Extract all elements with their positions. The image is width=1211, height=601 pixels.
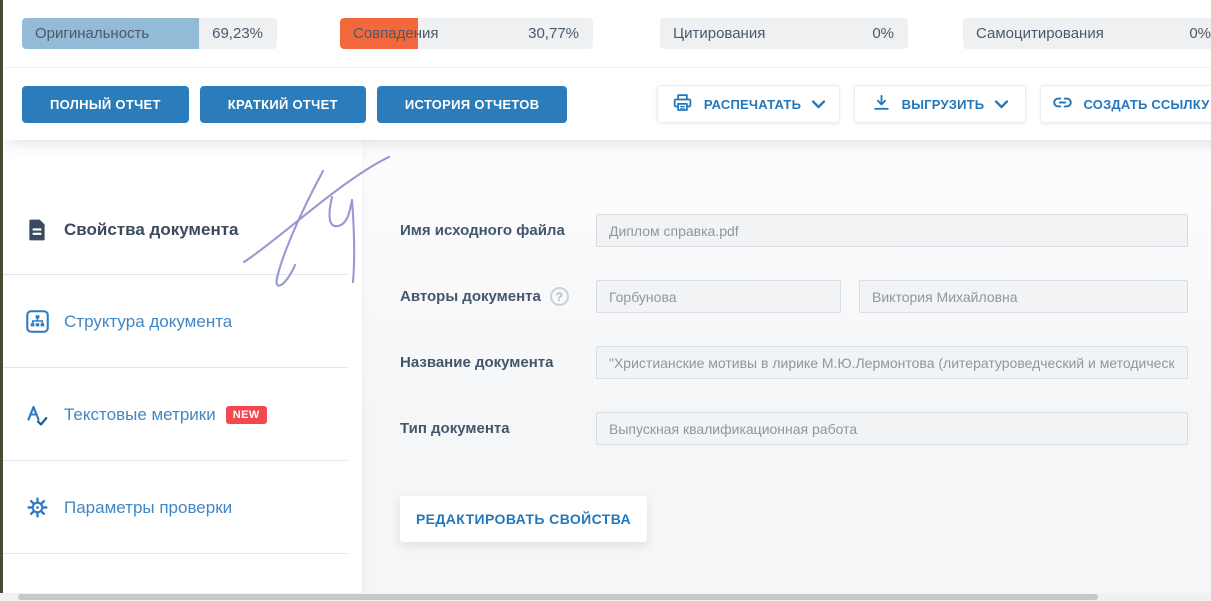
sidebar-item-document-structure[interactable]: Структура документа: [0, 275, 362, 368]
report-history-button[interactable]: ИСТОРИЯ ОТЧЕТОВ: [377, 86, 568, 123]
text-metrics-icon: [24, 403, 50, 427]
printer-icon: [672, 92, 693, 116]
structure-icon: [24, 310, 50, 333]
toolbar-right-group: РАСПЕЧАТАТЬ ВЫГРУЗИТЬ: [657, 85, 1211, 123]
export-dropdown-label: ВЫГРУЗИТЬ: [902, 97, 985, 112]
horizontal-scrollbar-thumb[interactable]: [18, 594, 1098, 600]
field-label: Имя исходного файла: [400, 222, 596, 239]
metrics-bar: Оригинальность 69,23% Совпадения 30,77% …: [0, 0, 1211, 67]
sidebar-item-check-parameters[interactable]: Параметры проверки: [0, 461, 362, 554]
form-row-title: Название документа: [400, 346, 1211, 379]
form-row-authors: Авторы документа ?: [400, 280, 1211, 313]
document-type-input[interactable]: [596, 412, 1188, 445]
metric-label: Цитирования: [660, 25, 765, 42]
report-toolbar: ПОЛНЫЙ ОТЧЕТ КРАТКИЙ ОТЧЕТ ИСТОРИЯ ОТЧЕТ…: [0, 67, 1211, 140]
download-icon: [872, 93, 891, 115]
metric-matches: Совпадения 30,77%: [340, 18, 593, 49]
field-label: Название документа: [400, 354, 596, 371]
window-left-edge: [0, 0, 3, 593]
help-icon[interactable]: ?: [550, 287, 569, 306]
metric-value: 30,77%: [528, 25, 593, 42]
metric-originality: Оригинальность 69,23%: [22, 18, 277, 49]
create-link-dropdown-button[interactable]: СОЗДАТЬ ССЫЛКУ: [1040, 85, 1211, 123]
field-label: Тип документа: [400, 420, 596, 437]
sidebar-item-label: Свойства документа: [64, 220, 239, 240]
print-dropdown-label: РАСПЕЧАТАТЬ: [704, 97, 801, 112]
metric-self-citations: Самоцитирования 0%: [963, 18, 1211, 49]
sidebar-item-document-properties[interactable]: Свойства документа: [0, 140, 362, 275]
full-report-button[interactable]: ПОЛНЫЙ ОТЧЕТ: [22, 86, 189, 123]
brief-report-button[interactable]: КРАТКИЙ ОТЧЕТ: [200, 86, 366, 123]
metric-value: 0%: [1189, 25, 1211, 42]
author-lastname-input[interactable]: [596, 280, 841, 313]
toolbar-left-group: ПОЛНЫЙ ОТЧЕТ КРАТКИЙ ОТЧЕТ ИСТОРИЯ ОТЧЕТ…: [22, 86, 567, 123]
document-icon: [24, 218, 50, 242]
gear-icon: [24, 496, 50, 519]
document-properties-panel: Имя исходного файла Авторы документа ? Н…: [362, 140, 1211, 593]
metric-label: Оригинальность: [22, 25, 149, 42]
form-row-filename: Имя исходного файла: [400, 214, 1211, 247]
metric-label: Самоцитирования: [963, 25, 1104, 42]
metric-value: 69,23%: [212, 25, 277, 42]
export-dropdown-button[interactable]: ВЫГРУЗИТЬ: [854, 85, 1026, 123]
report-page: Оригинальность 69,23% Совпадения 30,77% …: [0, 0, 1211, 601]
horizontal-scrollbar[interactable]: [0, 593, 1211, 601]
sidebar-item-label: Параметры проверки: [64, 498, 232, 518]
metric-label: Совпадения: [340, 25, 439, 42]
link-icon: [1052, 92, 1073, 116]
sidebar-item-text-metrics[interactable]: Текстовые метрики NEW: [0, 368, 362, 461]
create-link-dropdown-label: СОЗДАТЬ ССЫЛКУ: [1084, 97, 1210, 112]
metric-value: 0%: [872, 25, 908, 42]
sidebar: Свойства документа Структура документа: [0, 140, 362, 593]
author-firstname-input[interactable]: [859, 280, 1188, 313]
field-label: Авторы документа ?: [400, 287, 596, 306]
new-badge: NEW: [226, 406, 267, 424]
sidebar-item-label: Структура документа: [64, 312, 232, 332]
form-row-doctype: Тип документа: [400, 412, 1211, 445]
source-filename-input[interactable]: [596, 214, 1188, 247]
print-dropdown-button[interactable]: РАСПЕЧАТАТЬ: [657, 85, 840, 123]
chevron-down-icon: [995, 97, 1008, 112]
document-title-input[interactable]: [596, 346, 1188, 379]
sidebar-item-label: Текстовые метрики: [64, 405, 216, 425]
chevron-down-icon: [812, 97, 825, 112]
edit-properties-button[interactable]: РЕДАКТИРОВАТЬ СВОЙСТВА: [400, 496, 647, 542]
main-area: Свойства документа Структура документа: [0, 140, 1211, 593]
field-label-text: Авторы документа: [400, 288, 541, 305]
metric-citations: Цитирования 0%: [660, 18, 908, 49]
